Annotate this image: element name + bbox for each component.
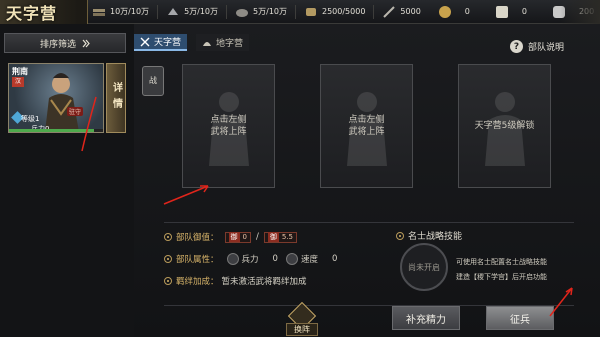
attribute-label: 部队属性： [176, 255, 219, 265]
swap-formation-label: 换阵 [286, 323, 318, 336]
copper-coin-icon [438, 5, 451, 18]
swap-formation-button[interactable]: 换阵 [286, 301, 318, 336]
tab-tianzi-label: 天字营 [154, 38, 182, 48]
defense-current-box: 御0 [224, 231, 251, 243]
resource-grain-value: 2500/5000 [322, 7, 366, 16]
annotation-arrow-left [81, 96, 97, 152]
sort-filter-button[interactable]: 排序筛选 [4, 33, 126, 53]
back-corner[interactable] [560, 0, 600, 24]
defense-max: 5.5 [281, 233, 293, 241]
hero-slot-2[interactable]: 点击左侧 武将上阵 [320, 64, 413, 188]
hero-slot-3-text: 天字营5级解锁 [474, 120, 535, 131]
strategy-skill-locked: 尚未开启 [408, 262, 440, 272]
tab-dizi-label: 地字营 [216, 39, 244, 49]
resource-grain[interactable]: 2500/5000 [304, 0, 365, 24]
hero-slot-3-locked[interactable]: 天字营5级解锁 [458, 64, 551, 188]
unit-help-label: 部队说明 [527, 43, 564, 53]
currency-copper[interactable]: 0 [438, 0, 470, 24]
timber-icon [93, 8, 105, 16]
defense-label: 部队御值： [176, 233, 219, 243]
resource-weapon[interactable]: 5000 [382, 0, 421, 24]
bullet-icon [164, 277, 172, 285]
sort-filter-label: 排序筛选 [39, 39, 76, 50]
resource-weapon-value: 5000 [400, 7, 421, 16]
resource-timber-value: 10万/10万 [110, 7, 150, 16]
question-icon: ? [509, 40, 523, 53]
hero-level: 等级1 [21, 115, 40, 123]
hero-slot-1-text: 点击左侧 武将上阵 [210, 114, 246, 138]
defense-separator: / [255, 232, 259, 242]
helmet-icon [203, 41, 211, 46]
slot-1-line1: 点击左侧 [210, 114, 247, 125]
currency-jade[interactable]: 0 [495, 0, 527, 24]
attribute-row: 部队属性： 兵力 0 速度 0 [164, 253, 337, 265]
resource-timber[interactable]: 10万/10万 [92, 0, 149, 24]
skill-desc-line1: 可使用名士配置名士战略技能 [456, 258, 547, 266]
strategy-skill-label: 名士战略技能 [408, 232, 463, 242]
currency-copper-value: 0 [464, 7, 470, 16]
iron-icon [168, 7, 179, 15]
title-plate: 天字营 [0, 0, 88, 24]
hero-slot-2-text: 点击左侧 武将上阵 [348, 114, 384, 138]
page-title: 天字营 [6, 3, 58, 23]
troops-value: 0 [272, 254, 278, 264]
annotation-arrow-conscript [549, 287, 573, 317]
defense-row: 部队御值： 御0 / 御 5.5 [164, 231, 297, 243]
details-label: 详情 [110, 82, 122, 114]
hero-slot-1[interactable]: 点击左侧 武将上阵 [182, 64, 275, 188]
weapon-icon [383, 5, 396, 18]
strategy-skill-slot[interactable]: 尚未开启 [400, 243, 448, 291]
replenish-stamina-button[interactable]: 补充精力 [392, 306, 460, 330]
troops-icon [226, 253, 239, 265]
annotation-arrow-slot [163, 185, 209, 205]
slot-2-line1: 点击左侧 [348, 114, 385, 125]
battle-badge-label: 战 [149, 75, 157, 85]
stone-icon [236, 8, 249, 17]
bullet-icon [164, 233, 172, 241]
resource-iron[interactable]: 5万/10万 [166, 0, 218, 24]
speed-label: 速度 [300, 255, 318, 265]
resource-iron-value: 5万/10万 [184, 7, 219, 16]
strategy-skill-title: 名士战略技能 [396, 229, 462, 242]
jade-icon [495, 5, 508, 18]
slot-2-line2: 武将上阵 [348, 127, 385, 137]
bond-row: 羁绊加成： 暂未激活武将羁绊加成 [164, 275, 307, 287]
defense-badge-max: 御 [267, 232, 279, 242]
resource-stone[interactable]: 5万/10万 [235, 0, 287, 24]
hero-faction-badge: 汉 [12, 77, 24, 87]
details-button[interactable]: 详情 [106, 63, 126, 133]
defense-max-box: 御 5.5 [263, 231, 297, 243]
resource-stone-value: 5万/10万 [253, 7, 287, 16]
replenish-stamina-label: 补充精力 [406, 314, 446, 326]
conscript-label: 征兵 [510, 314, 530, 326]
strategy-skill-desc: 可使用名士配置名士战略技能 建造【稷下学宫】后开启功能 [456, 255, 547, 286]
tab-dizi[interactable]: 地字营 [196, 34, 250, 51]
main-panel: 天字营 地字营 ? 部队说明 战 点击左侧武将上阵 点击左侧武将上阵 天字营5级… [134, 24, 600, 337]
hero-name: 荆南 [12, 67, 28, 76]
currency-jade-value: 0 [521, 7, 527, 16]
unit-info-panel: 部队御值： 御0 / 御 5.5 部队属性： 兵力 0 速度 0 羁绊加成： 暂未… [164, 222, 574, 306]
hero-list-panel: 排序筛选 荆南 汉 驻守 等级1 兵力0 详情 [0, 24, 134, 337]
crossed-swords-icon [140, 37, 150, 46]
bullet-icon [164, 255, 172, 263]
top-bar: 天字营 10万/10万 5万/10万 5万/10万 2500/5000 5000… [0, 0, 600, 24]
unit-help-button[interactable]: ? 部队说明 [509, 40, 564, 53]
double-chevron-icon [82, 39, 90, 47]
defense-badge: 御 [228, 232, 240, 242]
bond-text: 暂未激活武将羁绊加成 [221, 277, 307, 287]
bullet-icon [396, 231, 404, 240]
slot-1-line2: 武将上阵 [210, 127, 247, 137]
battle-badge: 战 [142, 66, 164, 96]
grain-icon [306, 7, 316, 16]
speed-value: 0 [331, 254, 338, 264]
speed-icon [285, 253, 298, 265]
tab-tianzi[interactable]: 天字营 [134, 34, 188, 51]
troops-label: 兵力 [241, 255, 259, 265]
skill-desc-line2: 建造【稷下学宫】后开启功能 [456, 273, 547, 282]
bond-label: 羁绊加成： [176, 277, 219, 287]
defense-current: 0 [242, 233, 247, 241]
